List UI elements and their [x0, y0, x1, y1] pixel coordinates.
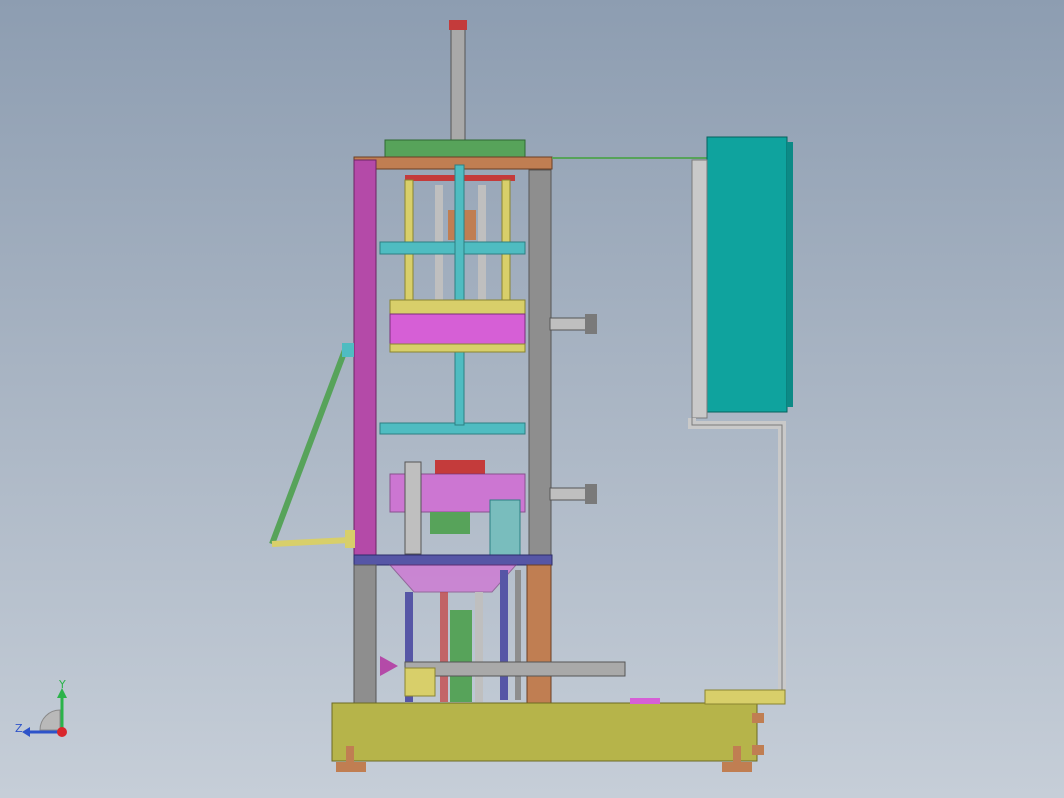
left-frame-column[interactable] — [353, 159, 377, 557]
triad-rotation-arc-icon — [39, 709, 61, 731]
triad-y-label: Y — [59, 678, 66, 691]
machine-base[interactable] — [331, 698, 764, 762]
hopper-funnel[interactable] — [388, 564, 518, 593]
green-diagonal-arm[interactable] — [269, 343, 355, 548]
center-cyan-shaft[interactable] — [454, 164, 465, 426]
triad-z-label: Z — [15, 722, 23, 735]
top-frame-beam[interactable] — [353, 156, 553, 170]
electrical-cabinet[interactable] — [691, 136, 793, 419]
upper-side-cylinder[interactable] — [549, 314, 597, 334]
top-vertical-cylinder[interactable] — [447, 20, 469, 156]
triad-origin-icon — [57, 727, 67, 737]
coordinate-triad: Y Z — [10, 678, 80, 748]
lower-cyan-crossbar[interactable] — [379, 422, 526, 435]
top-green-plate[interactable] — [384, 139, 526, 159]
lower-right-column[interactable] — [526, 564, 552, 704]
cad-viewport[interactable]: Y Z — [0, 0, 1064, 798]
cabinet-support-bracket[interactable] — [688, 418, 786, 705]
lower-left-column[interactable] — [353, 564, 377, 704]
right-frame-column[interactable] — [528, 169, 552, 557]
cad-model[interactable] — [0, 0, 1064, 798]
lower-assembly[interactable] — [389, 460, 526, 556]
middle-side-cylinder[interactable] — [549, 484, 597, 504]
middle-blue-beam[interactable] — [353, 554, 553, 566]
upper-cyan-crossbar[interactable] — [379, 241, 526, 255]
upper-pink-assembly[interactable] — [389, 299, 526, 353]
triad-z-arrow-icon — [22, 727, 30, 737]
